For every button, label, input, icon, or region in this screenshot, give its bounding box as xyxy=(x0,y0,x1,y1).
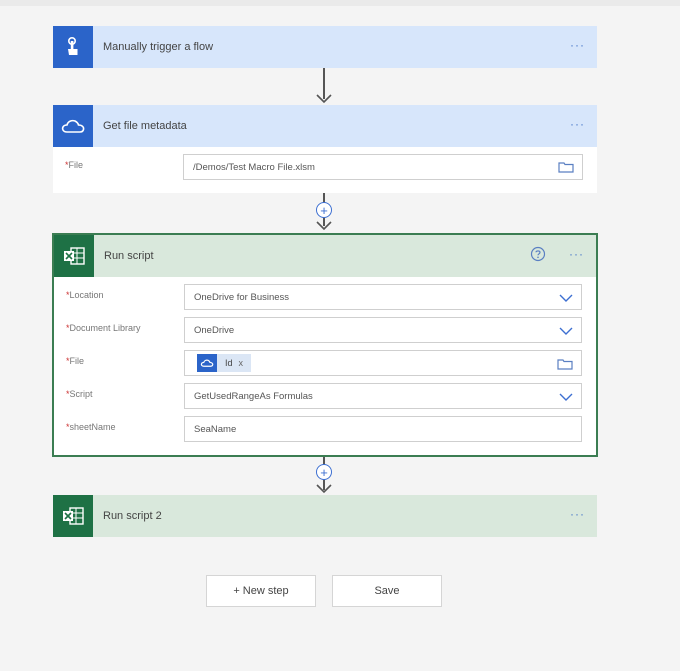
script-row: *Script GetUsedRangeAs Formulas xyxy=(54,380,596,413)
cloud-icon xyxy=(61,119,85,133)
trigger-tile xyxy=(53,26,93,68)
id-token[interactable]: Id x xyxy=(197,354,252,372)
new-step-button[interactable]: + New step xyxy=(206,575,316,607)
excel-icon xyxy=(64,247,85,265)
run-script-file-field[interactable]: Id x xyxy=(184,350,582,376)
sheet-name-label: *sheetName xyxy=(66,422,116,432)
run-script-card[interactable]: Run script ··· *Location OneDrive for Bu… xyxy=(52,233,598,457)
excel-icon xyxy=(63,507,84,525)
location-value: OneDrive for Business xyxy=(194,291,290,303)
script-value: GetUsedRangeAs Formulas xyxy=(194,390,313,402)
sheet-name-value: SeaName xyxy=(194,423,237,435)
folder-icon[interactable] xyxy=(558,161,574,173)
add-icon: + xyxy=(320,203,328,218)
metadata-file-label-text: File xyxy=(68,160,84,170)
sheet-name-row: *sheetName SeaName xyxy=(54,413,596,446)
trigger-card[interactable]: Manually trigger a flow ··· xyxy=(53,26,597,68)
sheet-name-label-text: sheetName xyxy=(69,422,116,432)
top-bar xyxy=(0,0,680,6)
metadata-file-value: /Demos/Test Macro File.xlsm xyxy=(193,161,315,173)
run-script-2-card[interactable]: Run script 2 ··· xyxy=(53,495,597,537)
add-step-button[interactable]: + xyxy=(316,464,332,480)
run-script-more-button[interactable]: ··· xyxy=(569,247,584,261)
metadata-file-row: *File /Demos/Test Macro File.xlsm xyxy=(53,151,597,184)
arrow-down-icon xyxy=(316,484,332,494)
metadata-title: Get file metadata xyxy=(103,120,187,132)
arrow-down-icon xyxy=(316,221,332,231)
location-row: *Location OneDrive for Business xyxy=(54,281,596,314)
trigger-more-button[interactable]: ··· xyxy=(570,38,585,52)
document-library-label-text: Document Library xyxy=(69,323,141,333)
metadata-card[interactable]: Get file metadata ··· *File /Demos/Test … xyxy=(53,105,597,193)
document-library-row: *Document Library OneDrive xyxy=(54,314,596,347)
token-cloud-tile xyxy=(197,354,217,372)
run-script-2-title: Run script 2 xyxy=(103,510,162,522)
save-button[interactable]: Save xyxy=(332,575,442,607)
arrow-down-icon xyxy=(316,94,332,104)
run-script-2-header[interactable]: Run script 2 ··· xyxy=(53,495,597,537)
location-select[interactable]: OneDrive for Business xyxy=(184,284,582,310)
chevron-down-icon[interactable] xyxy=(559,392,573,402)
run-script-header[interactable]: Run script ··· xyxy=(54,235,596,277)
location-label-text: Location xyxy=(69,290,104,300)
folder-icon[interactable] xyxy=(557,358,573,370)
metadata-file-label: *File xyxy=(65,160,83,170)
run-script-title: Run script xyxy=(104,250,154,262)
token-remove-button[interactable]: x xyxy=(239,358,244,368)
chevron-down-icon[interactable] xyxy=(559,293,573,303)
chevron-down-icon[interactable] xyxy=(559,326,573,336)
help-icon[interactable] xyxy=(530,246,546,262)
document-library-value: OneDrive xyxy=(194,324,235,336)
onedrive-tile xyxy=(53,105,93,147)
excel-tile xyxy=(54,235,94,277)
script-label-text: Script xyxy=(69,389,93,399)
trigger-title: Manually trigger a flow xyxy=(103,41,214,53)
trigger-header[interactable]: Manually trigger a flow ··· xyxy=(53,26,597,68)
script-select[interactable]: GetUsedRangeAs Formulas xyxy=(184,383,582,409)
cloud-icon xyxy=(200,359,214,367)
run-script-2-more-button[interactable]: ··· xyxy=(570,507,585,521)
run-script-file-label: *File xyxy=(66,356,84,366)
touch-icon xyxy=(68,36,78,55)
script-label: *Script xyxy=(66,389,93,399)
run-script-file-label-text: File xyxy=(69,356,85,366)
run-script-file-row: *File Id x xyxy=(54,347,596,380)
metadata-file-field[interactable]: /Demos/Test Macro File.xlsm xyxy=(183,154,583,180)
document-library-label: *Document Library xyxy=(66,323,141,333)
location-label: *Location xyxy=(66,290,104,300)
metadata-more-button[interactable]: ··· xyxy=(570,117,585,131)
token-label: Id xyxy=(225,358,233,368)
sheet-name-input[interactable]: SeaName xyxy=(184,416,582,442)
metadata-header[interactable]: Get file metadata ··· xyxy=(53,105,597,147)
document-library-select[interactable]: OneDrive xyxy=(184,317,582,343)
excel-tile xyxy=(53,495,93,537)
add-step-button[interactable]: + xyxy=(316,202,332,218)
add-icon: + xyxy=(320,465,328,480)
